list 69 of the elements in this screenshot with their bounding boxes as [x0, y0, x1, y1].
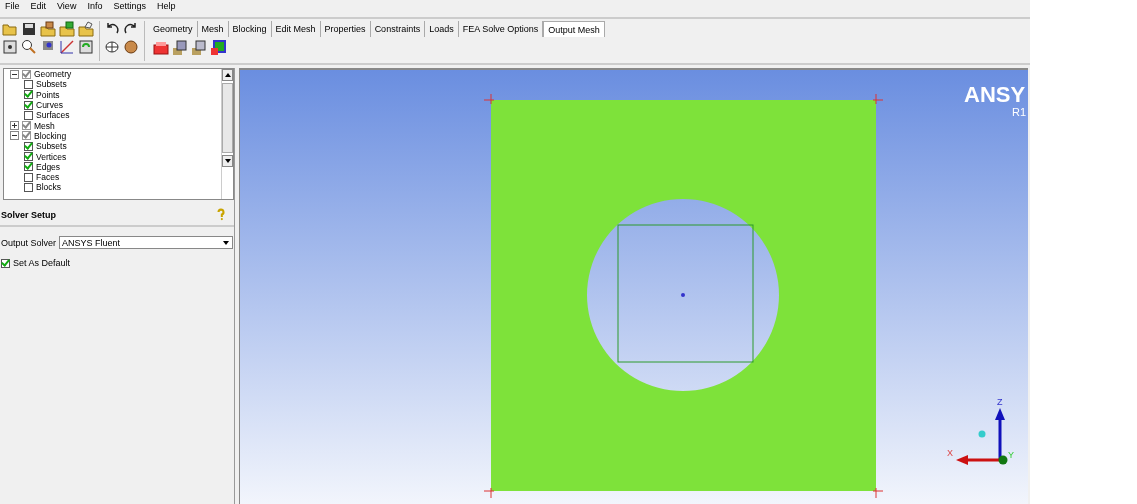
tree-item[interactable]: Subsets: [36, 141, 67, 152]
checkbox[interactable]: [24, 79, 33, 89]
mesh-output-icon[interactable]: [172, 39, 188, 56]
wireframe-icon[interactable]: [104, 38, 120, 55]
tree-item[interactable]: Faces: [36, 172, 60, 183]
menu-item[interactable]: View: [57, 1, 77, 12]
logo-text: ANSY: [964, 82, 1026, 107]
menu-item[interactable]: Settings: [113, 1, 146, 12]
output-solver-dropdown[interactable]: ANSYS Fluent: [59, 236, 234, 249]
expander-icon[interactable]: [10, 121, 19, 131]
tree-item[interactable]: Surfaces: [36, 110, 70, 121]
axis-triad-drawing: [956, 408, 1008, 465]
checkbox[interactable]: [24, 141, 33, 151]
axis-label: X: [947, 448, 953, 458]
field-label: Output Solver: [1, 237, 57, 248]
measure-icon[interactable]: [59, 38, 75, 55]
mesh-output-icon[interactable]: [191, 39, 207, 56]
scrollbar[interactable]: [221, 69, 233, 199]
menu-item[interactable]: Info: [87, 1, 103, 12]
checkbox[interactable]: [24, 172, 33, 182]
colored-mesh-icon[interactable]: [210, 39, 226, 56]
folder-wire-icon[interactable]: [78, 20, 94, 37]
corner-marker: [872, 93, 884, 105]
menu-item[interactable]: Help: [156, 1, 176, 12]
tree-item[interactable]: Geometry: [34, 69, 72, 80]
corner-marker: [483, 487, 495, 499]
folder-box-icon[interactable]: [40, 20, 56, 37]
corner-marker: [483, 93, 495, 105]
checkbox[interactable]: [22, 69, 31, 79]
checkbox[interactable]: [24, 110, 33, 120]
checkbox[interactable]: [24, 182, 33, 192]
checkbox[interactable]: [1, 258, 10, 268]
tree-item[interactable]: Blocks: [36, 182, 62, 193]
axis-label: Z: [997, 397, 1003, 407]
tree-item[interactable]: Curves: [36, 100, 63, 111]
graphics-viewport[interactable]: ANSY R1 Z X Y: [239, 68, 1028, 504]
corner-marker: [872, 487, 884, 499]
checkbox[interactable]: [24, 162, 33, 172]
tree-item[interactable]: Points: [36, 89, 60, 100]
tree-item[interactable]: Vertices: [36, 151, 67, 162]
tree-item[interactable]: Subsets: [36, 79, 67, 90]
expander-icon[interactable]: [10, 131, 19, 141]
tab[interactable]: Output Mesh: [543, 20, 605, 37]
checkbox-label: Set As Default: [13, 258, 71, 268]
tree-item[interactable]: Mesh: [34, 120, 55, 131]
checkbox[interactable]: [22, 121, 31, 131]
menu-item[interactable]: File: [5, 1, 20, 12]
folder-grid-icon[interactable]: [59, 20, 75, 37]
tree-item[interactable]: Blocking: [34, 130, 67, 141]
checkbox[interactable]: [22, 131, 31, 141]
scroll-up-icon[interactable]: [224, 73, 231, 77]
version-text: R1: [1012, 106, 1027, 118]
refresh-icon[interactable]: [78, 38, 94, 55]
dropdown-arrow-icon[interactable]: [223, 240, 230, 245]
tree-item[interactable]: Edges: [36, 161, 61, 172]
checkbox[interactable]: [24, 152, 33, 161]
menu-item[interactable]: Edit: [30, 1, 47, 12]
fit-view-icon[interactable]: [2, 38, 18, 55]
checkbox[interactable]: [24, 90, 33, 100]
panel-title: Solver Setup: [1, 209, 56, 220]
zoom-icon[interactable]: [21, 38, 37, 55]
scroll-down-icon[interactable]: [224, 159, 231, 163]
toolbox-icon[interactable]: [153, 39, 169, 56]
expander-icon[interactable]: [10, 69, 19, 79]
solid-shape-icon[interactable]: [123, 38, 139, 55]
checkbox[interactable]: [24, 100, 33, 110]
center-point: [681, 293, 685, 297]
save-icon[interactable]: [21, 20, 37, 37]
axis-label: Y: [1008, 450, 1014, 460]
